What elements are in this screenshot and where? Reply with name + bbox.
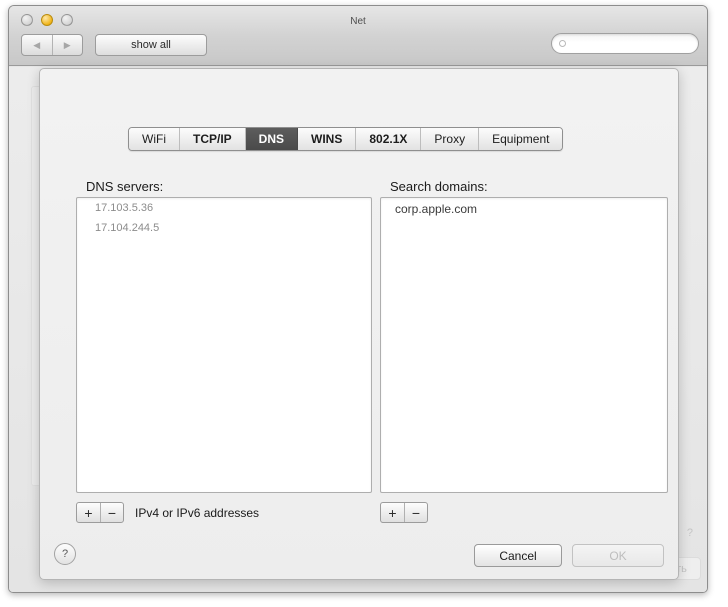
tab-equipment[interactable]: Equipment [479, 128, 563, 150]
dns-servers-label: DNS servers: [86, 179, 164, 194]
background-help-icon[interactable]: ? [687, 527, 693, 539]
tab-wifi[interactable]: WiFi [129, 128, 180, 150]
navigation-buttons: ◀ ▶ [21, 34, 83, 56]
tab-tcpip[interactable]: TCP/IP [180, 128, 246, 150]
dns-servers-list[interactable]: 17.103.5.36 17.104.244.5 [76, 197, 372, 493]
dns-add-button[interactable]: + [77, 503, 100, 522]
search-domains-stepper: + − [380, 502, 428, 523]
help-button[interactable]: ? [54, 543, 76, 565]
list-item[interactable]: 17.103.5.36 [77, 198, 371, 218]
settings-tabbar: WiFi TCP/IP DNS WINS 802.1X Proxy Equipm… [128, 127, 564, 151]
dns-remove-button[interactable]: − [100, 503, 123, 522]
ok-button[interactable]: OK [572, 544, 664, 567]
list-item[interactable]: corp.apple.com [381, 198, 667, 220]
dns-servers-stepper: + − [76, 502, 124, 523]
ip-format-hint: IPv4 or IPv6 addresses [135, 506, 260, 520]
tab-8021x[interactable]: 802.1X [356, 128, 422, 150]
tab-proxy[interactable]: Proxy [421, 128, 480, 150]
show-all-button[interactable]: show all [95, 34, 207, 56]
tab-wins[interactable]: WINS [298, 128, 357, 150]
back-button[interactable]: ◀ [22, 35, 52, 55]
search-domains-list[interactable]: corp.apple.com [380, 197, 668, 493]
preferences-window: Net ◀ ▶ show all Ethernet Подключено Раз… [8, 5, 708, 593]
cancel-button[interactable]: Cancel [474, 544, 562, 567]
list-item[interactable]: 17.104.244.5 [77, 218, 371, 238]
search-input[interactable] [551, 33, 699, 54]
search-domain-remove-button[interactable]: − [404, 503, 427, 522]
search-domain-add-button[interactable]: + [381, 503, 404, 522]
search-domains-label: Search domains: [390, 179, 488, 194]
search-icon [559, 40, 566, 47]
window-titlebar: Net ◀ ▶ show all [9, 6, 707, 66]
tab-dns[interactable]: DNS [245, 128, 299, 150]
forward-button[interactable]: ▶ [51, 35, 83, 55]
dns-settings-sheet: WiFi TCP/IP DNS WINS 802.1X Proxy Equipm… [39, 68, 679, 580]
window-title: Net [350, 16, 366, 27]
